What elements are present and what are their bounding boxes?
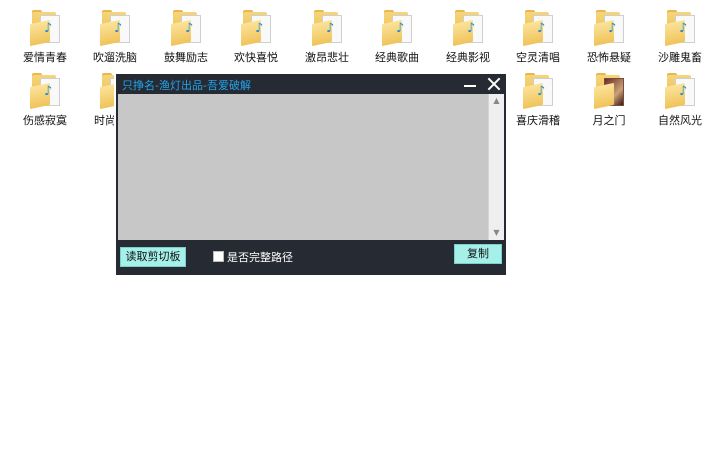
desktop-folder-aiqing[interactable]: ♪ 爱情青春 xyxy=(10,10,80,65)
desktop-folder-shanggan[interactable]: ♪ 伤感寂寞 xyxy=(10,73,80,128)
minimize-icon[interactable] xyxy=(462,76,478,92)
music-folder-icon: ♪ xyxy=(28,73,62,110)
folder-label: 经典歌曲 xyxy=(375,51,419,64)
folder-label: 喜庆滑稽 xyxy=(516,114,560,127)
desktop-folder-guwu[interactable]: ♪ 鼓舞励志 xyxy=(151,10,221,65)
folder-label: 伤感寂寞 xyxy=(23,114,67,127)
folder-label: 沙雕鬼畜 xyxy=(658,51,702,64)
desktop-folder-ziran[interactable]: ♪ 自然风光 xyxy=(645,73,715,128)
music-folder-icon: ♪ xyxy=(239,10,273,47)
music-folder-icon: ♪ xyxy=(98,10,132,47)
folder-label: 自然风光 xyxy=(658,114,702,127)
full-path-label: 是否完整路径 xyxy=(227,251,293,264)
scroll-up-icon[interactable]: ▲ xyxy=(489,94,504,108)
desktop-folder-shishang[interactable]: 时尚 xyxy=(80,73,114,128)
title-bar[interactable]: 只挣名-渔灯出品-吾爱破解 xyxy=(116,74,506,94)
music-folder-icon: ♪ xyxy=(380,10,414,47)
desktop-folder-kongbu[interactable]: ♪ 恐怖悬疑 xyxy=(574,10,644,65)
copy-button[interactable]: 复制 xyxy=(454,244,502,264)
scroll-down-icon[interactable]: ▼ xyxy=(489,226,504,240)
desktop-folder-chuiliu[interactable]: ♪ 吹遛洗脑 xyxy=(80,10,150,65)
desktop-folder-yuezhimen[interactable]: 月之门 xyxy=(574,73,644,128)
desktop-folder-kongling[interactable]: ♪ 空灵清唱 xyxy=(503,10,573,65)
music-folder-icon: ♪ xyxy=(310,10,344,47)
desktop-folder-jiang[interactable]: ♪ 激昂悲壮 xyxy=(292,10,362,65)
folder-label: 恐怖悬疑 xyxy=(587,51,631,64)
folder-label: 月之门 xyxy=(592,114,626,127)
output-textarea[interactable]: ▲ ▼ xyxy=(118,94,504,240)
folder-label: 吹遛洗脑 xyxy=(93,51,137,64)
music-folder-icon: ♪ xyxy=(592,10,626,47)
music-folder-icon xyxy=(98,73,114,110)
music-folder-icon: ♪ xyxy=(521,73,555,110)
vertical-scrollbar[interactable]: ▲ ▼ xyxy=(488,94,504,240)
window-title: 只挣名-渔灯出品-吾爱破解 xyxy=(122,79,251,92)
picture-folder-icon xyxy=(592,73,626,110)
desktop-folder-shadiao[interactable]: ♪ 沙雕鬼畜 xyxy=(645,10,715,65)
app-window: 只挣名-渔灯出品-吾爱破解 ▲ ▼ 读取剪切板 是否完整路径 复制 xyxy=(116,74,506,275)
music-folder-icon: ♪ xyxy=(663,73,697,110)
desktop-folder-jingdian-yingshi[interactable]: ♪ 经典影视 xyxy=(433,10,503,65)
folder-label: 欢快喜悦 xyxy=(234,51,278,64)
music-folder-icon: ♪ xyxy=(451,10,485,47)
desktop-folder-huankuai[interactable]: ♪ 欢快喜悦 xyxy=(221,10,291,65)
music-folder-icon: ♪ xyxy=(521,10,555,47)
folder-label: 激昂悲壮 xyxy=(305,51,349,64)
close-icon[interactable] xyxy=(485,75,503,93)
music-folder-icon: ♪ xyxy=(28,10,62,47)
folder-label: 空灵清唱 xyxy=(516,51,560,64)
folder-label: 时尚 xyxy=(94,114,114,127)
folder-label: 经典影视 xyxy=(446,51,490,64)
folder-label: 鼓舞励志 xyxy=(164,51,208,64)
read-clipboard-button[interactable]: 读取剪切板 xyxy=(120,247,186,267)
full-path-checkbox[interactable] xyxy=(213,251,224,262)
music-folder-icon: ♪ xyxy=(663,10,697,47)
music-folder-icon: ♪ xyxy=(169,10,203,47)
desktop-folder-xiqing[interactable]: ♪ 喜庆滑稽 xyxy=(503,73,573,128)
folder-label: 爱情青春 xyxy=(23,51,67,64)
desktop-folder-jingdian-gequ[interactable]: ♪ 经典歌曲 xyxy=(362,10,432,65)
